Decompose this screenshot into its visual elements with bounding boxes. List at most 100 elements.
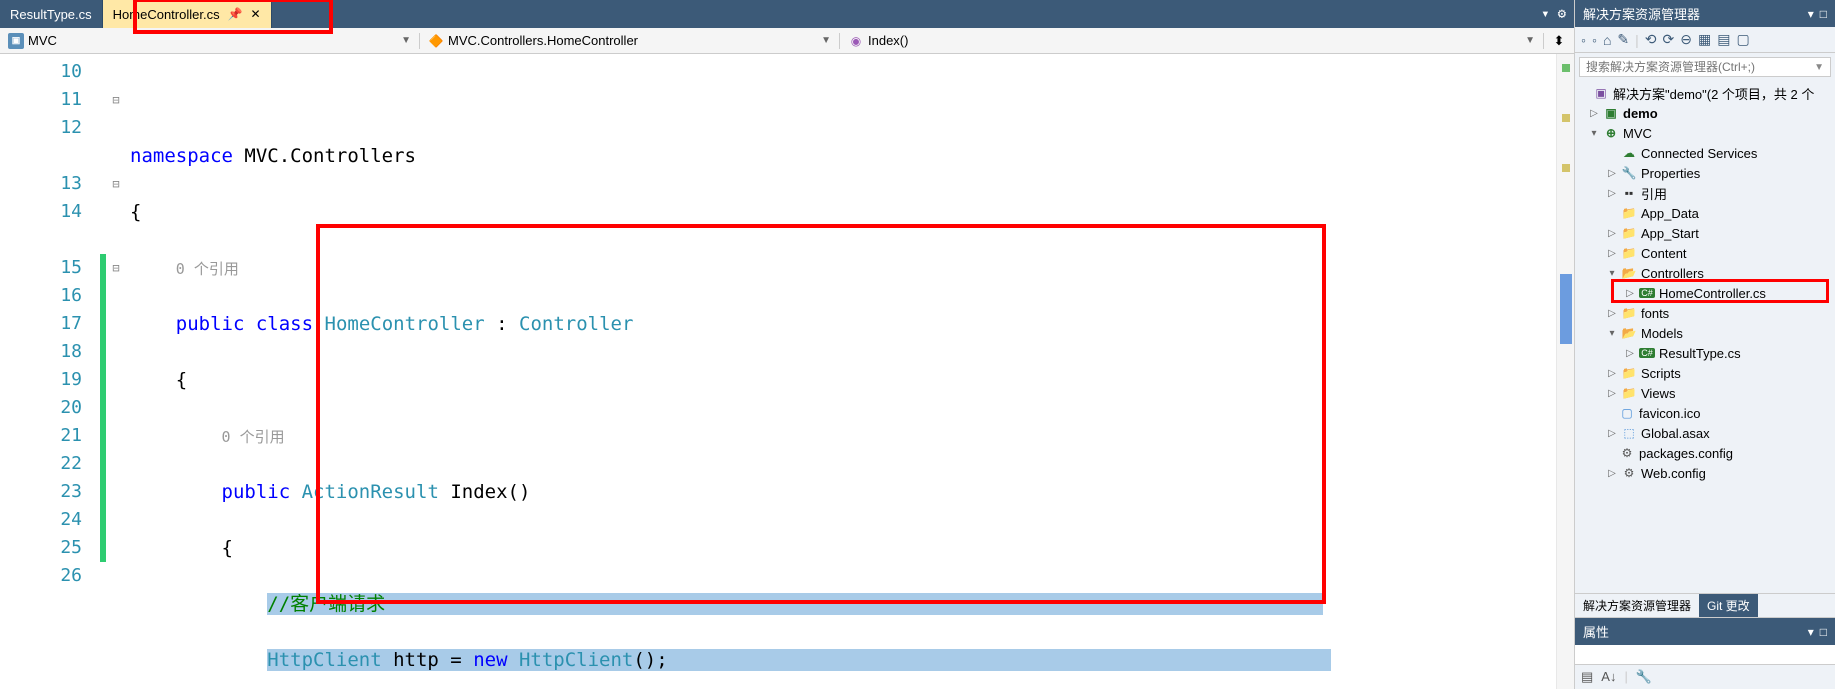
project-icon: ▣ [1603, 106, 1619, 120]
collapse-icon[interactable]: ⊖ [1680, 31, 1692, 48]
line-gutter: 10 11 12 13 14 15 16 17 18 19 20 21 22 2… [0, 54, 100, 689]
tree-content[interactable]: ▷📁Content [1575, 243, 1835, 263]
codelens-references[interactable]: 0 个引用 [176, 260, 239, 278]
tree-homecontroller[interactable]: ▷C#HomeController.cs [1575, 283, 1835, 303]
panel-toolbar: ◦ ◦ ⌂ ✎ | ⟲ ⟳ ⊖ ▦ ▤ ▢ [1575, 27, 1835, 53]
pin-icon[interactable]: 📌 [228, 7, 243, 21]
forward-icon[interactable]: ◦ [1592, 32, 1597, 48]
folder-icon: 📁 [1621, 206, 1637, 220]
dropdown-icon[interactable]: ▾ [1808, 625, 1814, 639]
tab-bar: ResultType.cs HomeController.cs 📌 ✕ ▾ ⚙ [0, 0, 1574, 28]
codelens-references[interactable]: 0 个引用 [222, 428, 285, 446]
categorized-icon[interactable]: ▤ [1581, 669, 1593, 685]
nav-bar: ▣ MVC ▼ 🔶 MVC.Controllers.HomeController… [0, 28, 1574, 54]
sync-icon[interactable]: ⟲ [1645, 31, 1657, 48]
cloud-icon: ☁ [1621, 146, 1637, 160]
properties-header: 属性 ▾ □ [1575, 618, 1835, 645]
project-icon: ⊕ [1603, 126, 1619, 140]
code-editor[interactable]: 10 11 12 13 14 15 16 17 18 19 20 21 22 2… [0, 54, 1574, 689]
tree-favicon[interactable]: ▢favicon.ico [1575, 403, 1835, 423]
project-icon: ▣ [8, 33, 24, 49]
solution-explorer-panel: 解决方案资源管理器 ▾ □ ◦ ◦ ⌂ ✎ | ⟲ ⟳ ⊖ ▦ ▤ ▢ ▼ ▣解… [1575, 0, 1835, 689]
tree-resulttype[interactable]: ▷C#ResultType.cs [1575, 343, 1835, 363]
overview-ruler[interactable] [1556, 54, 1574, 689]
tree-appstart[interactable]: ▷📁App_Start [1575, 223, 1835, 243]
preview-icon[interactable]: ▢ [1736, 31, 1749, 48]
home-icon[interactable]: ⌂ [1603, 32, 1611, 48]
wrench-icon: 🔧 [1621, 166, 1637, 180]
properties-icon[interactable]: ▤ [1717, 31, 1730, 48]
config-icon: ⚙ [1619, 446, 1635, 460]
chevron-down-icon: ▼ [401, 35, 411, 46]
fold-toggle[interactable]: ⊟ [106, 170, 126, 198]
tree-mvc[interactable]: ▾⊕MVC [1575, 123, 1835, 143]
editor-area: ResultType.cs HomeController.cs 📌 ✕ ▾ ⚙ … [0, 0, 1575, 689]
nav-method-label: Index() [868, 33, 908, 48]
alphabetical-icon[interactable]: A↓ [1601, 669, 1616, 685]
tab-label: ResultType.cs [10, 7, 92, 22]
search-input[interactable] [1586, 60, 1814, 74]
wrench-icon[interactable]: 🔧 [1636, 669, 1652, 685]
fold-toggle[interactable]: ⊟ [106, 254, 126, 282]
tab-label: HomeController.cs [113, 7, 220, 22]
folder-icon: 📂 [1621, 326, 1637, 340]
chevron-down-icon: ▼ [821, 35, 831, 46]
nav-class-label: MVC.Controllers.HomeController [448, 33, 638, 48]
tree-solution[interactable]: ▣解决方案"demo"(2 个项目，共 2 个 [1575, 83, 1835, 103]
close-icon[interactable]: ✕ [251, 7, 261, 21]
tree-controllers[interactable]: ▾📂Controllers [1575, 263, 1835, 283]
tab-git-changes[interactable]: Git 更改 [1699, 594, 1758, 617]
panel-title: 解决方案资源管理器 [1583, 4, 1700, 23]
code-body[interactable]: namespace MVC.Controllers { 0 个引用 public… [126, 54, 1556, 689]
gear-icon[interactable]: ⚙ [1558, 6, 1566, 22]
properties-selector[interactable] [1575, 645, 1835, 665]
asax-icon: ⬚ [1621, 426, 1637, 440]
back-icon[interactable]: ◦ [1581, 32, 1586, 48]
tree-appdata[interactable]: 📁App_Data [1575, 203, 1835, 223]
nav-method[interactable]: ◉ Index() ▼ [840, 33, 1544, 49]
close-icon[interactable]: □ [1820, 625, 1827, 639]
tree-properties[interactable]: ▷🔧Properties [1575, 163, 1835, 183]
tab-resulttype[interactable]: ResultType.cs [0, 0, 103, 28]
tree-scripts[interactable]: ▷📁Scripts [1575, 363, 1835, 383]
tree-models[interactable]: ▾📂Models [1575, 323, 1835, 343]
nav-split[interactable]: ⬍ [1544, 33, 1574, 49]
method-icon: ◉ [848, 33, 864, 49]
dropdown-icon[interactable]: ▾ [1808, 7, 1814, 21]
tab-tools: ▾ ⚙ [1541, 0, 1574, 28]
tree-packages[interactable]: ⚙packages.config [1575, 443, 1835, 463]
solution-tree[interactable]: ▣解决方案"demo"(2 个项目，共 2 个 ▷▣demo ▾⊕MVC ☁Co… [1575, 81, 1835, 593]
nav-class[interactable]: 🔶 MVC.Controllers.HomeController ▼ [420, 33, 840, 49]
panel-bottom-tabs: 解决方案资源管理器 Git 更改 [1575, 593, 1835, 617]
tree-global[interactable]: ▷⬚Global.asax [1575, 423, 1835, 443]
config-icon: ⚙ [1621, 466, 1637, 480]
tree-demo[interactable]: ▷▣demo [1575, 103, 1835, 123]
tree-connected[interactable]: ☁Connected Services [1575, 143, 1835, 163]
folder-icon: 📁 [1621, 366, 1637, 380]
refresh-icon[interactable]: ⟳ [1663, 31, 1675, 48]
search-dropdown-icon[interactable]: ▼ [1814, 62, 1824, 73]
split-icon: ⬍ [1554, 33, 1565, 49]
properties-toolbar: ▤ A↓ | 🔧 [1575, 665, 1835, 689]
tree-views[interactable]: ▷📁Views [1575, 383, 1835, 403]
close-icon[interactable]: □ [1820, 7, 1827, 21]
nav-project[interactable]: ▣ MVC ▼ [0, 33, 420, 49]
tab-solution-explorer[interactable]: 解决方案资源管理器 [1575, 594, 1699, 617]
dropdown-icon[interactable]: ▾ [1541, 6, 1549, 22]
tree-fonts[interactable]: ▷📁fonts [1575, 303, 1835, 323]
solution-icon: ▣ [1593, 86, 1609, 100]
csharp-icon: C# [1639, 288, 1655, 298]
tab-homecontroller[interactable]: HomeController.cs 📌 ✕ [103, 0, 272, 28]
tree-webconfig[interactable]: ▷⚙Web.config [1575, 463, 1835, 483]
scope-icon[interactable]: ✎ [1617, 31, 1629, 48]
fold-toggle[interactable]: ⊟ [106, 86, 126, 114]
tree-references[interactable]: ▷▪▪引用 [1575, 183, 1835, 203]
references-icon: ▪▪ [1621, 186, 1637, 200]
solution-search[interactable]: ▼ [1579, 57, 1831, 77]
folder-icon: 📂 [1621, 266, 1637, 280]
csharp-icon: C# [1639, 348, 1655, 358]
fold-column: ⊟ ⊟ ⊟ [106, 54, 126, 689]
showall-icon[interactable]: ▦ [1698, 31, 1711, 48]
class-icon: 🔶 [428, 33, 444, 49]
folder-icon: 📁 [1621, 386, 1637, 400]
